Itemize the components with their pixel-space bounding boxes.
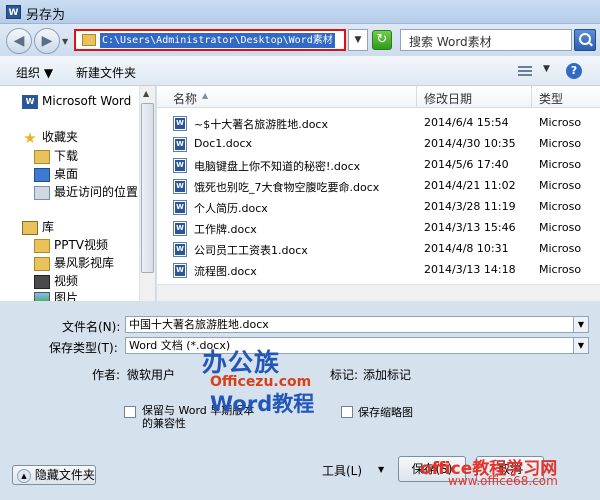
video-icon <box>34 274 50 289</box>
recent-icon <box>34 185 50 200</box>
address-bar[interactable]: C:\Users\Administrator\Desktop\Word素材 <box>74 29 346 51</box>
hide-folders-label: 隐藏文件夹 <box>34 468 95 482</box>
chevron-down-icon[interactable]: ▼ <box>573 338 588 353</box>
word-document-icon <box>173 179 187 194</box>
word-document-icon <box>173 137 187 152</box>
recent-pages-dropdown[interactable]: ▼ <box>62 37 68 46</box>
navigation-bar: ◀ ▶ ▼ C:\Users\Administrator\Desktop\Wor… <box>0 24 600 56</box>
star-icon: ★ <box>23 128 37 147</box>
thumbnail-checkbox-label[interactable]: 保存缩略图 <box>358 404 413 420</box>
desktop-icon <box>34 167 50 182</box>
word-app-icon: W <box>6 5 21 19</box>
file-list-scrollbar[interactable] <box>157 284 600 301</box>
table-row[interactable]: ~$十大著名旅游胜地.docx 2014/6/4 15:54 Microso <box>157 113 600 134</box>
watermark-logo-subtitle: Word教程 <box>210 392 315 416</box>
tags-value[interactable]: 添加标记 <box>363 366 411 383</box>
table-row[interactable]: 流程图.docx 2014/3/13 14:18 Microso <box>157 260 600 281</box>
file-list-header: 名称 ▲ 修改日期 类型 <box>157 86 600 108</box>
sidebar-item-favorites[interactable]: ★ 收藏夹 <box>22 128 78 148</box>
address-dropdown-button[interactable]: ▼ <box>348 29 368 51</box>
sidebar-item-pptv-video[interactable]: PPTV视频 <box>34 236 108 256</box>
watermark-site-url: www.office68.com <box>448 474 558 488</box>
thumbnail-checkbox[interactable] <box>341 406 353 418</box>
column-separator <box>531 86 532 108</box>
sidebar-item-libraries[interactable]: 库 <box>22 218 54 238</box>
new-folder-button[interactable]: 新建文件夹 <box>76 64 136 81</box>
filename-value: 中国十大著名旅游胜地.docx <box>129 318 269 331</box>
sidebar-scroll-thumb[interactable] <box>141 103 154 273</box>
word-document-icon <box>173 242 187 257</box>
word-icon: W <box>22 94 38 109</box>
search-icon[interactable] <box>574 29 596 51</box>
sidebar-item-pictures[interactable]: 图片 <box>34 289 78 301</box>
file-list: 名称 ▲ 修改日期 类型 ~$十大著名旅游胜地.docx 2014/6/4 15… <box>157 86 600 301</box>
sidebar-item-microsoft-word[interactable]: W Microsoft Word <box>22 94 131 114</box>
sidebar-item-recent-places[interactable]: 最近访问的位置 <box>34 183 138 203</box>
tools-menu[interactable]: 工具(L) <box>322 462 362 479</box>
filename-input[interactable]: 中国十大著名旅游胜地.docx ▼ <box>125 316 589 333</box>
column-header-date[interactable]: 修改日期 <box>424 90 472 107</box>
view-dropdown-icon[interactable]: ▼ <box>543 64 550 74</box>
help-icon[interactable]: ? <box>566 63 582 79</box>
tags-label: 标记: <box>330 368 359 382</box>
table-row[interactable]: 工作牌.docx 2014/3/13 15:46 Microso <box>157 218 600 239</box>
table-row[interactable]: Doc1.docx 2014/4/30 10:35 Microso <box>157 134 600 155</box>
forward-button[interactable]: ▶ <box>34 28 60 54</box>
organize-menu[interactable]: 组织 ▼ <box>16 64 53 81</box>
table-row[interactable]: 公司员工工资表1.docx 2014/4/8 10:31 Microso <box>157 239 600 260</box>
chevron-down-icon[interactable]: ▼ <box>378 465 384 474</box>
view-options-icon[interactable] <box>518 66 532 78</box>
table-row[interactable]: 饿死也别吃_7大食物空腹吃要命.docx 2014/4/21 11:02 Mic… <box>157 176 600 197</box>
word-document-icon <box>173 221 187 236</box>
word-document-icon <box>173 116 187 131</box>
address-path[interactable]: C:\Users\Administrator\Desktop\Word素材 <box>100 33 335 48</box>
filename-label: 文件名(N): <box>62 320 121 334</box>
hide-folders-button[interactable]: ▲ 隐藏文件夹 <box>12 465 96 485</box>
window-title: 另存为 <box>26 8 66 23</box>
picture-icon <box>34 291 50 301</box>
sidebar-item-baofeng-library[interactable]: 暴风影视库 <box>34 254 114 274</box>
folder-icon <box>34 238 50 253</box>
scroll-up-icon[interactable]: ▲ <box>143 89 149 98</box>
title-bar: W 另存为 <box>0 0 600 24</box>
chevron-down-icon[interactable]: ▼ <box>573 317 588 332</box>
filetype-label: 保存类型(T): <box>49 341 118 355</box>
toolbar: 组织 ▼ 新建文件夹 ▼ ? <box>0 56 600 86</box>
author-value[interactable]: 微软用户 <box>127 366 175 383</box>
sidebar-item-downloads[interactable]: 下载 <box>34 147 78 167</box>
word-document-icon <box>173 158 187 173</box>
folder-icon <box>82 34 96 46</box>
sort-ascending-icon: ▲ <box>202 91 209 100</box>
author-label: 作者: <box>92 368 121 382</box>
column-header-type[interactable]: 类型 <box>539 90 563 107</box>
table-row[interactable]: 个人简历.docx 2014/3/28 11:19 Microso <box>157 197 600 218</box>
filetype-select[interactable]: Word 文档 (*.docx) ▼ <box>125 337 589 354</box>
column-header-name[interactable]: 名称 <box>173 90 197 107</box>
search-placeholder: 搜索 Word素材 <box>409 35 492 49</box>
column-separator <box>416 86 417 108</box>
folder-icon <box>34 149 50 164</box>
sidebar-item-desktop[interactable]: 桌面 <box>34 165 78 185</box>
table-row[interactable]: 电脑键盘上你不知道的秘密!.docx 2014/5/6 17:40 Micros… <box>157 155 600 176</box>
compatibility-checkbox[interactable] <box>124 406 136 418</box>
word-document-icon <box>173 263 187 278</box>
library-icon <box>22 220 38 235</box>
chevron-up-icon: ▲ <box>17 468 31 483</box>
folder-icon <box>34 256 50 271</box>
word-document-icon <box>173 200 187 215</box>
back-button[interactable]: ◀ <box>6 28 32 54</box>
search-input[interactable]: 搜索 Word素材 <box>400 29 572 51</box>
navigation-pane: W Microsoft Word ★ 收藏夹 下载 桌面 最近访问的位置 库 PPT… <box>0 86 156 301</box>
refresh-icon[interactable]: ↻ <box>372 30 392 50</box>
